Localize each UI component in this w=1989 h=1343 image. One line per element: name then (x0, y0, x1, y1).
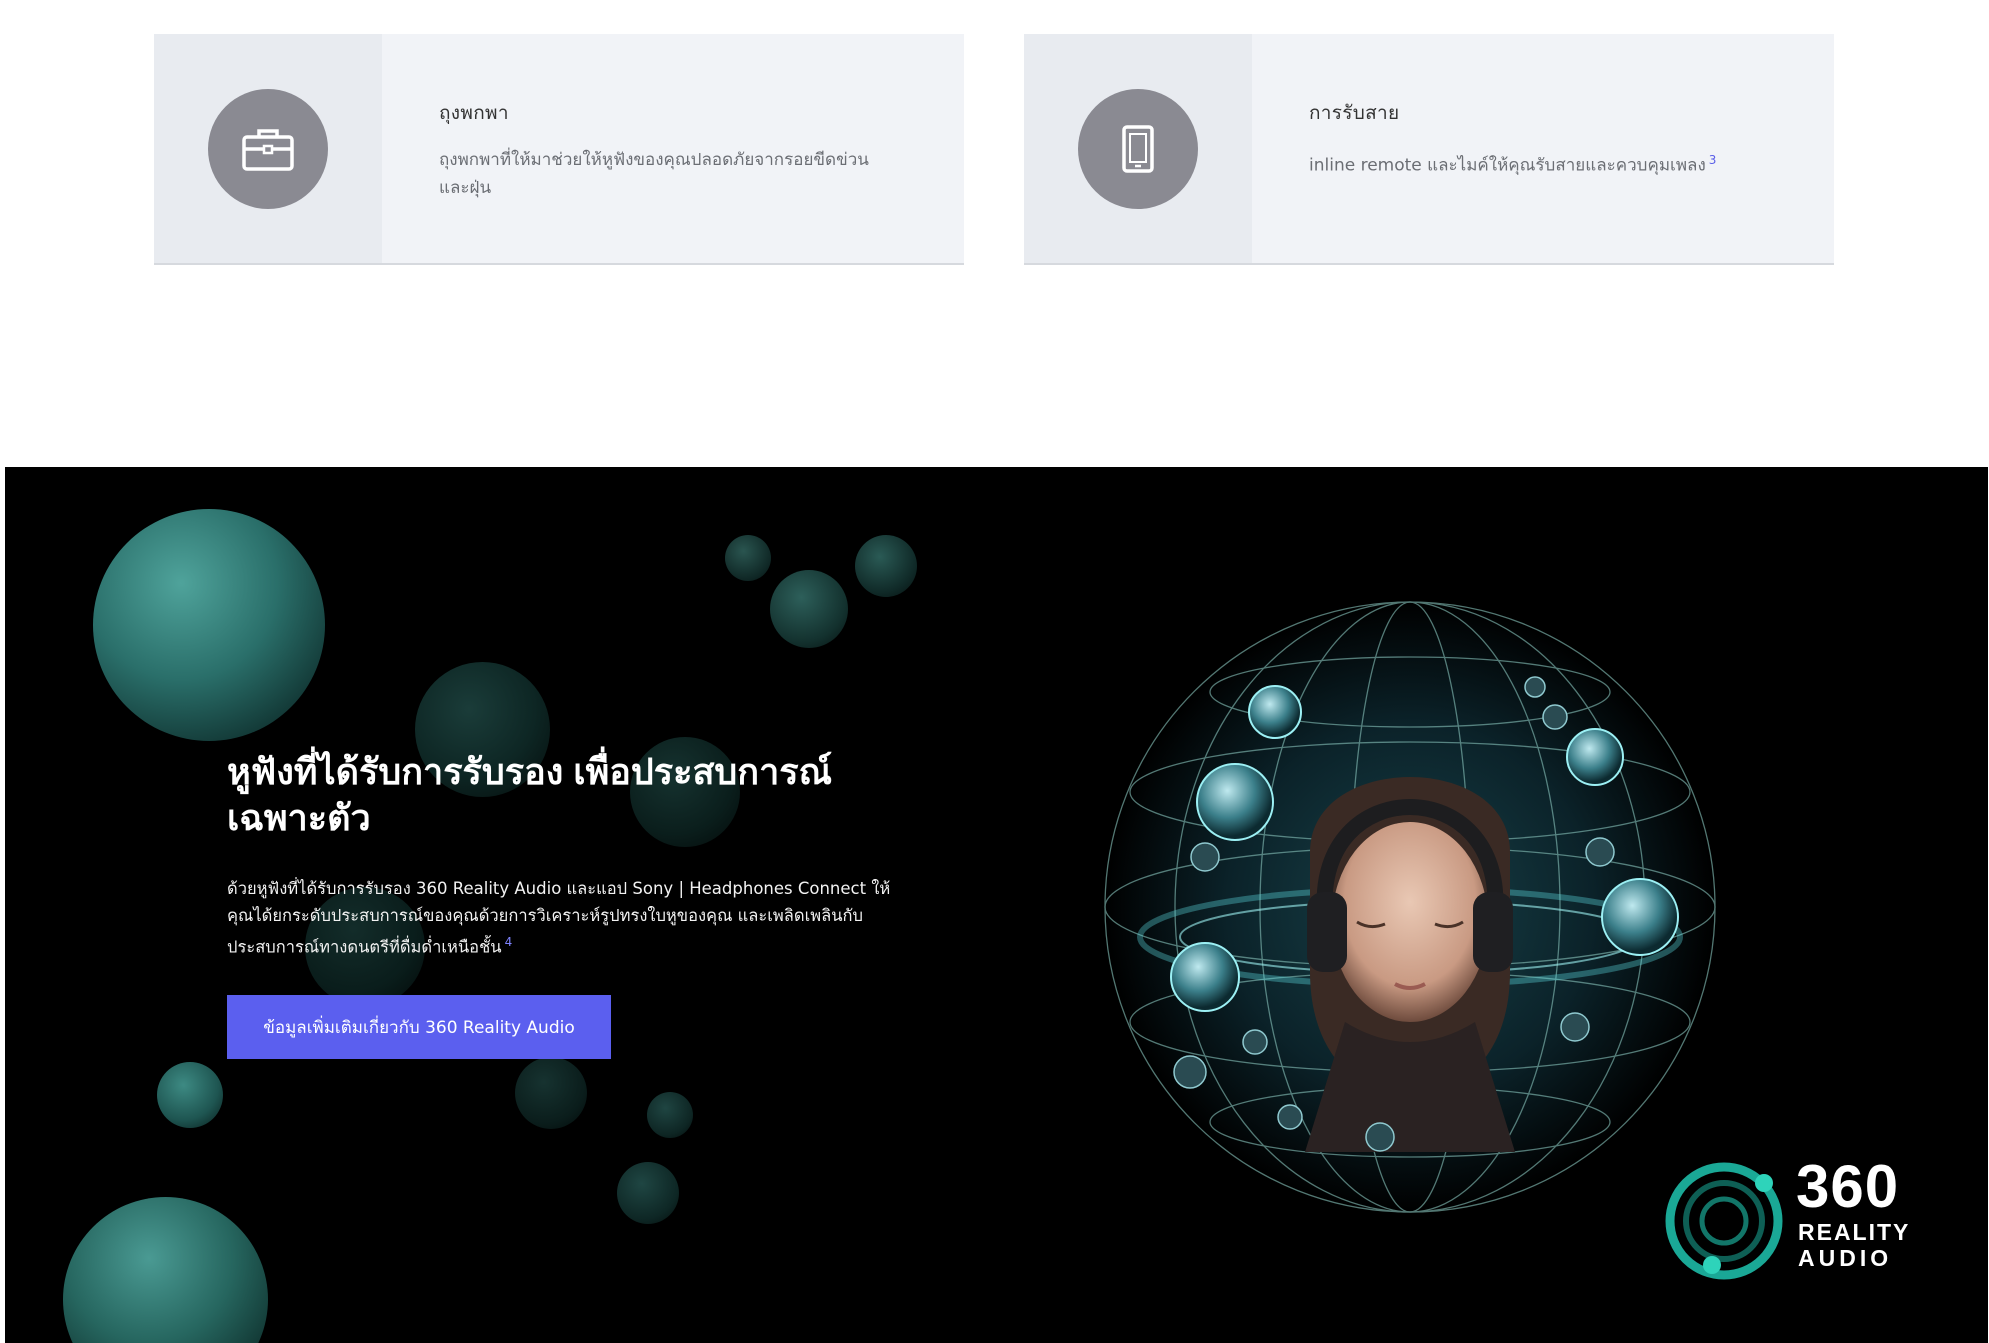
feature-card-carry-pouch: ถุงพกพา ถุงพกพาที่ให้มาช่วยให้หูฟังของคุ… (154, 34, 964, 265)
feature-text: ถุงพกพา ถุงพกพาที่ให้มาช่วยให้หูฟังของคุ… (382, 34, 942, 263)
footnote-marker[interactable]: 4 (505, 935, 513, 949)
bubble-decoration (63, 1197, 268, 1343)
feature-description: ถุงพกพาที่ให้มาช่วยให้หูฟังของคุณปลอดภัย… (439, 150, 869, 198)
briefcase-icon (208, 88, 328, 209)
logo-word-audio: AUDIO (1798, 1245, 1893, 1271)
feature-icon-cell (1024, 34, 1252, 263)
feature-text: การรับสาย inline remote และไมค์ให้คุณรับ… (1252, 34, 1774, 263)
feature-title: การรับสาย (1309, 102, 1400, 124)
hero-section: หูฟังที่ได้รับการรับรอง เพื่อประสบการณ์เ… (5, 467, 1988, 1343)
bubble-decoration (617, 1162, 679, 1224)
bubble-decoration (515, 1057, 587, 1129)
bubble-decoration (93, 509, 325, 741)
feature-card-call-handling: การรับสาย inline remote และไมค์ให้คุณรับ… (1024, 34, 1834, 265)
feature-title: ถุงพกพา (439, 102, 509, 124)
spatial-audio-globe-illustration (1104, 601, 1716, 1213)
feature-icon-cell (154, 34, 382, 263)
bubble-decoration (725, 535, 771, 581)
bubble-decoration (855, 535, 917, 597)
smartphone-icon (1078, 88, 1198, 209)
footnote-marker[interactable]: 3 (1709, 153, 1717, 167)
orbit-logo-icon (1665, 1162, 1783, 1280)
bubble-decoration (647, 1092, 693, 1138)
bubble-decoration (770, 570, 848, 648)
logo-number: 360 (1796, 1153, 1900, 1220)
feature-description: inline remote และไมค์ให้คุณรับสายและควบค… (1309, 153, 1717, 176)
learn-more-360-button[interactable]: ข้อมูลเพิ่มเติมเกี่ยวกับ 360 Reality Aud… (227, 995, 611, 1059)
360-reality-audio-logo: 360 REALITY AUDIO (1660, 1157, 1930, 1287)
bubble-decoration (157, 1062, 223, 1128)
hero-body: ด้วยหูฟังที่ได้รับการรับรอง 360 Reality … (227, 879, 891, 957)
logo-word-reality: REALITY (1798, 1219, 1911, 1245)
hero-headline: หูฟังที่ได้รับการรับรอง เพื่อประสบการณ์เ… (227, 751, 833, 838)
